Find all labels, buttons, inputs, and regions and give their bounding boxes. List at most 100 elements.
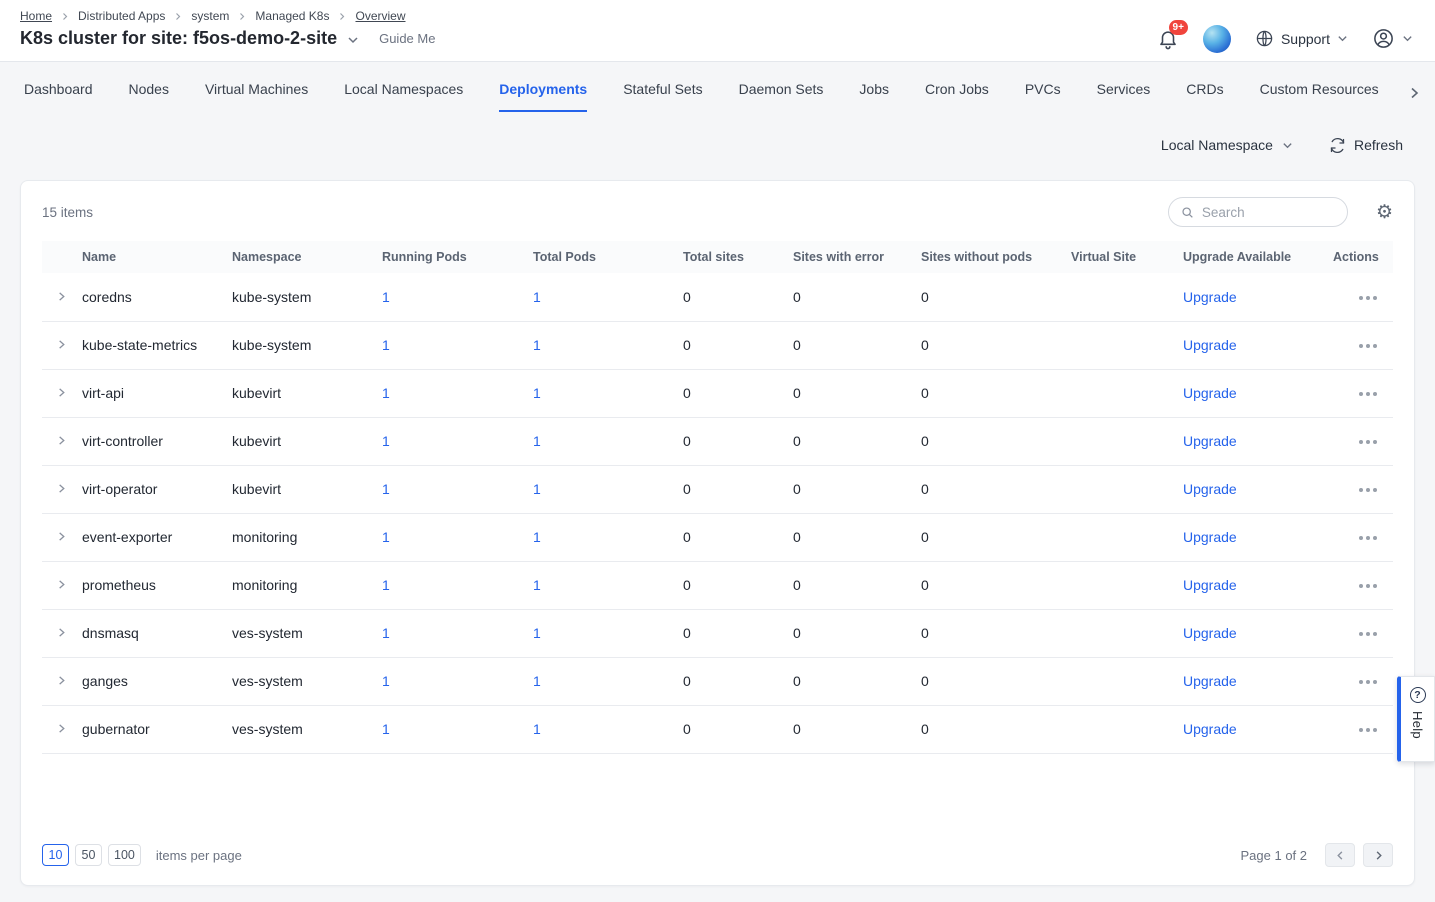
search-box (1168, 197, 1348, 227)
table-row: prometheusmonitoring11000Upgrade (42, 561, 1393, 609)
table-settings-gear-icon[interactable]: ⚙ (1376, 203, 1393, 222)
help-tab[interactable]: ? Help (1397, 676, 1435, 762)
total-pods-link[interactable]: 1 (533, 529, 541, 545)
tab-custom-resources[interactable]: Custom Resources (1260, 81, 1379, 112)
row-actions-menu-icon[interactable] (1359, 728, 1377, 732)
cell-sites-with-error: 0 (793, 465, 921, 513)
running-pods-link[interactable]: 1 (382, 529, 390, 545)
row-expand-chevron-icon[interactable] (56, 339, 67, 350)
row-actions-menu-icon[interactable] (1359, 392, 1377, 396)
running-pods-link[interactable]: 1 (382, 337, 390, 353)
page-size-100[interactable]: 100 (108, 844, 141, 866)
row-expand-chevron-icon[interactable] (56, 435, 67, 446)
next-page-button[interactable] (1363, 843, 1393, 867)
row-expand-chevron-icon[interactable] (56, 675, 67, 686)
total-pods-link[interactable]: 1 (533, 673, 541, 689)
cell-name: virt-controller (82, 417, 232, 465)
total-pods-link[interactable]: 1 (533, 289, 541, 305)
cell-name: kube-state-metrics (82, 321, 232, 369)
cell-total-sites: 0 (683, 417, 793, 465)
tabs-scroll-right-button[interactable] (1407, 86, 1421, 100)
running-pods-link[interactable]: 1 (382, 433, 390, 449)
total-pods-link[interactable]: 1 (533, 721, 541, 737)
total-pods-link[interactable]: 1 (533, 385, 541, 401)
tab-virtual-machines[interactable]: Virtual Machines (205, 81, 308, 112)
guide-me-link[interactable]: Guide Me (379, 31, 435, 46)
account-menu[interactable] (1372, 27, 1413, 50)
breadcrumb-item[interactable]: system (191, 9, 229, 23)
namespace-selector[interactable]: Local Namespace (1161, 137, 1293, 153)
row-expand-chevron-icon[interactable] (56, 723, 67, 734)
tab-crds[interactable]: CRDs (1186, 81, 1223, 112)
row-actions-menu-icon[interactable] (1359, 488, 1377, 492)
cell-name: virt-api (82, 369, 232, 417)
items-count: 15 items (42, 205, 93, 220)
upgrade-link[interactable]: Upgrade (1183, 337, 1237, 353)
page-size-10[interactable]: 10 (42, 844, 69, 866)
upgrade-link[interactable]: Upgrade (1183, 577, 1237, 593)
breadcrumb-item[interactable]: Managed K8s (255, 9, 329, 23)
row-expand-chevron-icon[interactable] (56, 387, 67, 398)
tab-dashboard[interactable]: Dashboard (24, 81, 93, 112)
user-icon (1372, 27, 1395, 50)
chevron-right-icon (1373, 850, 1384, 861)
row-actions-menu-icon[interactable] (1359, 536, 1377, 540)
tab-pvcs[interactable]: PVCs (1025, 81, 1061, 112)
row-actions-menu-icon[interactable] (1359, 584, 1377, 588)
cell-virtual-site (1071, 657, 1183, 705)
upgrade-link[interactable]: Upgrade (1183, 481, 1237, 497)
tab-cron-jobs[interactable]: Cron Jobs (925, 81, 989, 112)
support-menu[interactable]: Support (1255, 29, 1348, 48)
running-pods-link[interactable]: 1 (382, 289, 390, 305)
upgrade-link[interactable]: Upgrade (1183, 385, 1237, 401)
total-pods-link[interactable]: 1 (533, 625, 541, 641)
running-pods-link[interactable]: 1 (382, 625, 390, 641)
row-expand-chevron-icon[interactable] (56, 483, 67, 494)
table-row: gangesves-system11000Upgrade (42, 657, 1393, 705)
tab-stateful-sets[interactable]: Stateful Sets (623, 81, 702, 112)
page-size-50[interactable]: 50 (75, 844, 102, 866)
tenant-logo[interactable] (1203, 25, 1231, 53)
row-actions-menu-icon[interactable] (1359, 680, 1377, 684)
row-actions-menu-icon[interactable] (1359, 296, 1377, 300)
breadcrumb-item[interactable]: Overview (355, 9, 405, 23)
notifications-button[interactable]: 9+ (1157, 28, 1179, 50)
running-pods-link[interactable]: 1 (382, 577, 390, 593)
row-expand-chevron-icon[interactable] (56, 531, 67, 542)
upgrade-link[interactable]: Upgrade (1183, 721, 1237, 737)
total-pods-link[interactable]: 1 (533, 433, 541, 449)
upgrade-link[interactable]: Upgrade (1183, 673, 1237, 689)
refresh-button[interactable]: Refresh (1329, 137, 1403, 154)
tab-services[interactable]: Services (1097, 81, 1151, 112)
upgrade-link[interactable]: Upgrade (1183, 529, 1237, 545)
row-expand-chevron-icon[interactable] (56, 579, 67, 590)
upgrade-link[interactable]: Upgrade (1183, 625, 1237, 641)
tab-deployments[interactable]: Deployments (499, 81, 587, 112)
column-header: Total sites (683, 241, 793, 273)
title-chevron-down-icon[interactable] (347, 34, 359, 46)
running-pods-link[interactable]: 1 (382, 385, 390, 401)
search-input[interactable] (1202, 205, 1335, 220)
tab-local-namespaces[interactable]: Local Namespaces (344, 81, 463, 112)
search-icon (1181, 205, 1194, 220)
table-row: virt-operatorkubevirt11000Upgrade (42, 465, 1393, 513)
total-pods-link[interactable]: 1 (533, 481, 541, 497)
running-pods-link[interactable]: 1 (382, 721, 390, 737)
upgrade-link[interactable]: Upgrade (1183, 289, 1237, 305)
tab-jobs[interactable]: Jobs (859, 81, 889, 112)
total-pods-link[interactable]: 1 (533, 337, 541, 353)
total-pods-link[interactable]: 1 (533, 577, 541, 593)
row-expand-chevron-icon[interactable] (56, 291, 67, 302)
row-actions-menu-icon[interactable] (1359, 632, 1377, 636)
previous-page-button[interactable] (1325, 843, 1355, 867)
tab-daemon-sets[interactable]: Daemon Sets (739, 81, 824, 112)
breadcrumb-item[interactable]: Distributed Apps (78, 9, 165, 23)
running-pods-link[interactable]: 1 (382, 481, 390, 497)
row-actions-menu-icon[interactable] (1359, 440, 1377, 444)
tab-nodes[interactable]: Nodes (129, 81, 169, 112)
row-actions-menu-icon[interactable] (1359, 344, 1377, 348)
breadcrumb-item[interactable]: Home (20, 9, 52, 23)
upgrade-link[interactable]: Upgrade (1183, 433, 1237, 449)
running-pods-link[interactable]: 1 (382, 673, 390, 689)
row-expand-chevron-icon[interactable] (56, 627, 67, 638)
